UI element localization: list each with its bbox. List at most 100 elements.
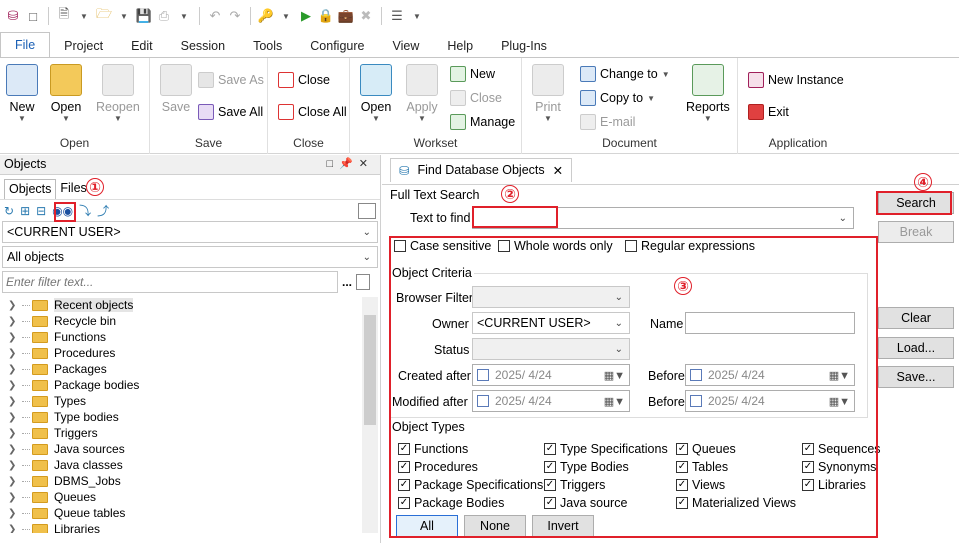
tree-item[interactable]: ❯ Procedures [0, 345, 380, 361]
menu-tools[interactable]: Tools [239, 34, 296, 58]
chevron-right-icon[interactable]: ❯ [8, 300, 22, 311]
email-button[interactable]: E-mail [580, 112, 635, 132]
tree-item[interactable]: ❯ Type bodies [0, 409, 380, 425]
save-criteria-button[interactable]: Save... [878, 366, 954, 388]
tree-item[interactable]: ❯ Recent objects [0, 297, 380, 313]
tree-item[interactable]: ❯ Queue tables [0, 505, 380, 521]
chevron-right-icon[interactable]: ❯ [8, 508, 22, 519]
chevron-right-icon[interactable]: ❯ [8, 348, 22, 359]
save-icon[interactable]: 💾 [135, 7, 153, 25]
workset-open-button[interactable]: Open ▼ [360, 64, 392, 123]
close-icon[interactable]: ✕ [553, 163, 563, 178]
object-type-combo[interactable]: All objects ⌄ [2, 246, 378, 268]
menu-view[interactable]: View [378, 34, 433, 58]
chevron-right-icon[interactable]: ❯ [8, 444, 22, 455]
chevron-right-icon[interactable]: ❯ [8, 332, 22, 343]
change-to-button[interactable]: Change to ▼ [580, 64, 670, 84]
tab-objects[interactable]: Objects [4, 179, 57, 199]
reports-button[interactable]: Reports ▼ [686, 64, 730, 123]
scrollbar-thumb[interactable] [364, 315, 376, 425]
clear-button[interactable]: Clear [878, 307, 954, 329]
panel-buttons[interactable]: □📌✕ [326, 155, 374, 174]
chevron-right-icon[interactable]: ❯ [8, 412, 22, 423]
tree-item[interactable]: ❯ Java classes [0, 457, 380, 473]
filter-dots-button[interactable]: ... [342, 275, 352, 289]
expand-icon[interactable]: ⊞ [20, 204, 30, 218]
open-button[interactable]: Open ▼ [50, 64, 82, 123]
bag-icon[interactable]: 💼 [337, 7, 355, 25]
panel-option-icon[interactable] [358, 202, 376, 219]
workset-apply-button[interactable]: Apply ▼ [406, 64, 438, 123]
chevron-down-icon[interactable]: ▼ [408, 7, 426, 25]
key-icon[interactable]: 🔑 [257, 7, 275, 25]
save-button[interactable]: Save [160, 64, 192, 114]
tab-find-database-objects[interactable]: ⛁ Find Database Objects ✕ [390, 157, 573, 182]
load-button[interactable]: Load... [878, 337, 954, 359]
tree-item[interactable]: ❯ Package bodies [0, 377, 380, 393]
chevron-down-icon[interactable]: ▼ [277, 7, 295, 25]
tree-item[interactable]: ❯ Triggers [0, 425, 380, 441]
print-icon[interactable]: ⎙ [155, 7, 173, 25]
menu-file[interactable]: File [0, 32, 51, 58]
db-icon[interactable]: ⛁ [4, 7, 22, 25]
chevron-right-icon[interactable]: ❯ [8, 492, 22, 503]
run-icon[interactable]: ▶ [297, 7, 315, 25]
refresh-icon[interactable]: ↻ [4, 204, 14, 218]
chevron-right-icon[interactable]: ❯ [8, 364, 22, 375]
chevron-right-icon[interactable]: ❯ [8, 396, 22, 407]
chevron-right-icon[interactable]: ❯ [8, 460, 22, 471]
workset-close-button[interactable]: Close [450, 88, 502, 108]
print-button[interactable]: Print ▼ [532, 64, 564, 123]
tree-item[interactable]: ❯ Recycle bin [0, 313, 380, 329]
open-folder-icon[interactable]: 🗁 [95, 6, 113, 25]
collapse-icon[interactable]: ⊟ [36, 204, 46, 218]
edit-filter-icon[interactable]: ⤴ [97, 202, 109, 219]
save-as-button[interactable]: Save As [198, 70, 264, 90]
tree-item[interactable]: ❯ Packages [0, 361, 380, 377]
filter-input[interactable] [2, 271, 338, 293]
user-combo[interactable]: <CURRENT USER> ⌄ [2, 221, 378, 243]
chevron-right-icon[interactable]: ❯ [8, 476, 22, 487]
break-button[interactable]: Break [878, 221, 954, 243]
tree-item[interactable]: ❯ DBMS_Jobs [0, 473, 380, 489]
menu-session[interactable]: Session [167, 34, 239, 58]
undo-icon[interactable]: ↶ [206, 7, 224, 25]
settings-icon[interactable]: ☰ [388, 7, 406, 25]
tree-scrollbar[interactable] [362, 297, 378, 533]
tree-item[interactable]: ❯ Libraries [0, 521, 380, 533]
menu-help[interactable]: Help [433, 34, 487, 58]
tree-line [22, 320, 30, 322]
reopen-button[interactable]: Reopen ▼ [96, 64, 140, 123]
chevron-down-icon[interactable]: ▼ [115, 7, 133, 25]
redo-icon[interactable]: ↷ [226, 7, 244, 25]
save-all-button[interactable]: Save All [198, 102, 263, 122]
new-file-icon[interactable]: 🗎 [55, 6, 73, 25]
copy-to-button[interactable]: Copy to ▼ [580, 88, 655, 108]
tools-icon[interactable]: ✖ [357, 7, 375, 25]
chevron-right-icon[interactable]: ❯ [8, 380, 22, 391]
tree-item[interactable]: ❯ Queues [0, 489, 380, 505]
chevron-right-icon[interactable]: ❯ [8, 524, 22, 534]
tree-item[interactable]: ❯ Types [0, 393, 380, 409]
menu-plugins[interactable]: Plug-Ins [487, 34, 561, 58]
tree-item[interactable]: ❯ Java sources [0, 441, 380, 457]
new-filter-icon[interactable] [356, 274, 371, 290]
close-button[interactable]: Close [278, 70, 330, 90]
new-instance-button[interactable]: New Instance [748, 70, 844, 90]
tree-item[interactable]: ❯ Functions [0, 329, 380, 345]
workset-new-button[interactable]: New [450, 64, 495, 84]
menu-edit[interactable]: Edit [117, 34, 167, 58]
new-button[interactable]: New ▼ [6, 64, 38, 123]
menu-configure[interactable]: Configure [296, 34, 378, 58]
chevron-down-icon[interactable]: ▼ [75, 7, 93, 25]
chevron-down-icon[interactable]: ▼ [175, 7, 193, 25]
lock-icon[interactable]: 🔒 [317, 7, 335, 25]
menu-project[interactable]: Project [50, 34, 117, 58]
exit-button[interactable]: Exit [748, 102, 789, 122]
close-all-button[interactable]: Close All [278, 102, 347, 122]
chevron-right-icon[interactable]: ❯ [8, 316, 22, 327]
chevron-right-icon[interactable]: ❯ [8, 428, 22, 439]
add-filter-icon[interactable]: ⤵ [79, 202, 91, 219]
workset-manage-button[interactable]: Manage [450, 112, 515, 132]
square-icon[interactable]: □ [24, 7, 42, 25]
